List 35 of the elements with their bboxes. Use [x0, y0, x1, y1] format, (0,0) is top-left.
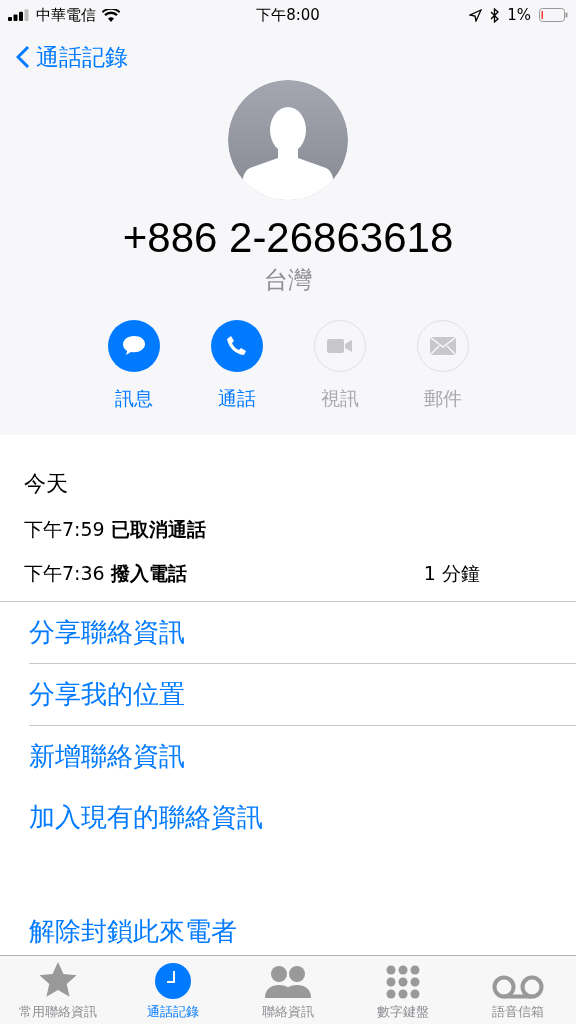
star-icon	[37, 961, 78, 999]
option-link[interactable]: 分享我的位置	[0, 664, 576, 725]
region-label: 台灣	[264, 265, 312, 296]
back-link[interactable]: 通話記錄	[0, 30, 144, 72]
carrier-name: 中華電信	[36, 5, 96, 25]
keypad-icon	[385, 965, 422, 999]
people-icon	[264, 965, 312, 999]
video-camera-icon	[326, 338, 353, 354]
option-link[interactable]: 加入現有的聯絡資訊	[0, 787, 576, 848]
option-link[interactable]: 新增聯絡資訊	[0, 726, 576, 787]
tab-bar-item[interactable]: 數字鍵盤	[345, 956, 461, 1024]
phone-number: +886 2-26863618	[122, 214, 454, 262]
chevron-left-icon	[16, 45, 30, 69]
speech-bubble-icon	[120, 334, 147, 358]
wifi-icon	[102, 8, 120, 22]
call-entry: 下午7:36 撥入電話	[24, 561, 187, 586]
call-duration: 1 分鐘	[423, 561, 480, 586]
envelope-icon	[429, 337, 456, 355]
tab-bar-item[interactable]: 語音信箱	[460, 956, 576, 1024]
signal-icon	[8, 9, 30, 21]
clock-icon	[154, 963, 191, 999]
tab-bar-item[interactable]: 通話記錄	[115, 956, 231, 1024]
bluetooth-icon	[490, 7, 500, 23]
battery-percent: 1%	[507, 6, 531, 24]
status-time: 下午8:00	[256, 5, 320, 25]
option-link[interactable]: 分享聯絡資訊	[0, 602, 576, 663]
voicemail-icon	[492, 975, 545, 999]
phone-icon	[224, 334, 249, 358]
unblock-caller-link[interactable]: 解除封鎖此來電者	[0, 914, 576, 955]
call-entry: 下午7:59 已取消通話	[24, 517, 206, 542]
date-heading: 今天	[24, 470, 69, 498]
location-arrow-icon	[469, 8, 483, 22]
battery-icon	[539, 8, 568, 22]
tab-bar-item[interactable]: 常用聯絡資訊	[0, 956, 116, 1024]
tab-bar-item[interactable]: 聯絡資訊	[230, 956, 346, 1024]
